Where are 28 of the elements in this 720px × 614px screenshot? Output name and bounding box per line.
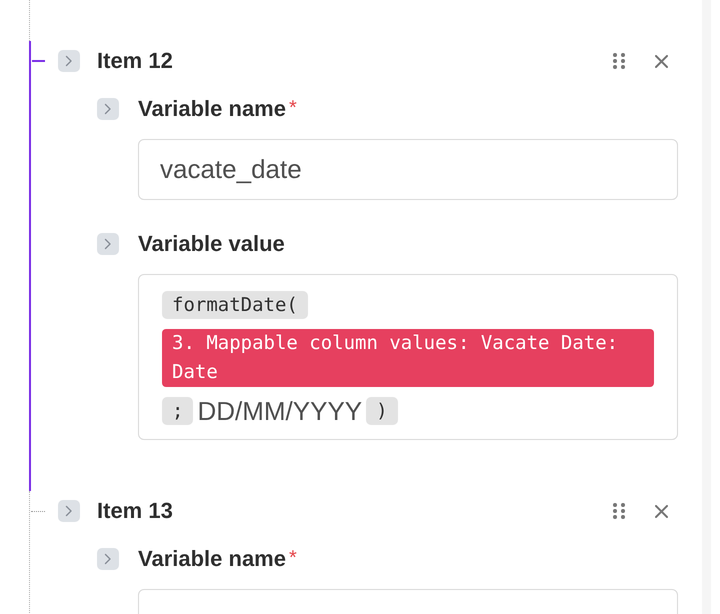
- expand-button[interactable]: [58, 50, 80, 72]
- text-input[interactable]: vacate_date: [138, 139, 678, 200]
- chevron-icon: [65, 55, 73, 67]
- drag-handle-icon[interactable]: [613, 503, 625, 519]
- drag-handle-icon[interactable]: [613, 53, 625, 69]
- expand-button[interactable]: [97, 233, 119, 255]
- code-token: formatDate(: [162, 291, 308, 319]
- close-icon[interactable]: [655, 54, 668, 68]
- format-text: DD/MM/YYYY: [197, 397, 362, 425]
- expand-button[interactable]: [97, 548, 119, 570]
- item-title: Item 12: [97, 48, 174, 74]
- code-token: ): [366, 397, 398, 425]
- required-mark: *: [288, 548, 297, 568]
- close-icon[interactable]: [655, 504, 668, 518]
- field-label: Variable name: [138, 546, 286, 572]
- chevron-icon: [104, 103, 112, 115]
- mapping-token: 3. Mappable column values: Vacate Date: Date: [162, 329, 654, 387]
- required-mark: *: [288, 98, 297, 118]
- item-title: Item 13: [97, 498, 174, 524]
- field-label: Variable value: [138, 231, 285, 257]
- expand-button[interactable]: [97, 98, 119, 120]
- expand-button[interactable]: [58, 500, 80, 522]
- chevron-icon: [104, 238, 112, 250]
- code-token: ;: [162, 397, 194, 425]
- chevron-icon: [65, 505, 73, 517]
- field-label: Variable name: [138, 96, 286, 122]
- expression-field[interactable]: formatDate( 3. Mappable column values: Vacate Date: Date ; DD/MM/YYYY ): [138, 274, 678, 440]
- chevron-icon: [104, 553, 112, 565]
